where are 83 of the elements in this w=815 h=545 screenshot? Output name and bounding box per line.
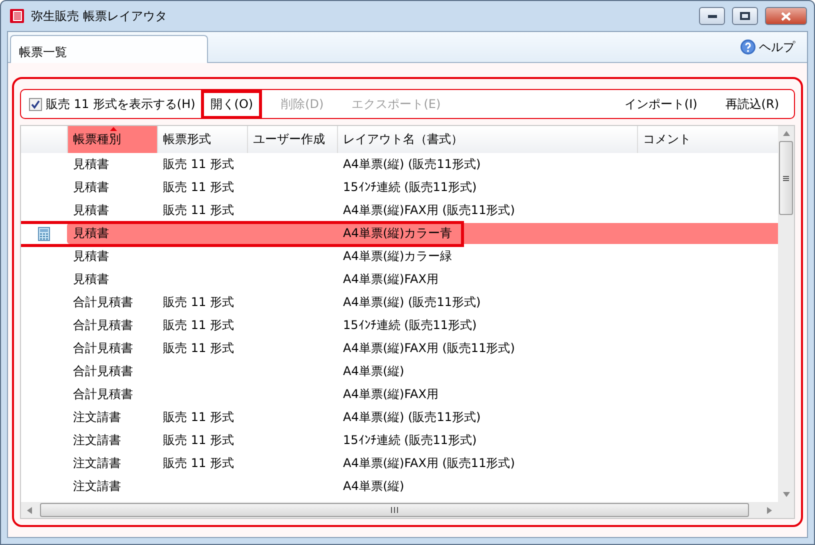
table-cell: 15ｲﾝﾁ連続 (販売11形式) (343, 317, 477, 334)
horizontal-scrollbar[interactable] (21, 502, 778, 518)
sort-arrow-icon (110, 127, 117, 131)
table-cell: 販売 11 形式 (163, 432, 234, 449)
minimize-icon (708, 14, 716, 18)
table-cell: 見積書 (73, 179, 109, 196)
table-cell: 注文請書 (73, 432, 121, 449)
table-cell: 15ｲﾝﾁ連続 (販売11形式) (343, 179, 477, 196)
column-header[interactable]: 帳票形式 (157, 126, 247, 153)
table-cell: 販売 11 形式 (163, 179, 234, 196)
table-cell: 販売 11 形式 (163, 409, 234, 426)
table-row[interactable]: 見積書 A4単票(縦)カラー緑 (21, 245, 778, 268)
table-row[interactable]: 注文請書 販売 11 形式 A4単票(縦) (販売11形式) (21, 406, 778, 429)
show-format-checkbox[interactable]: 販売 11 形式を表示する(H) (29, 96, 196, 112)
table-cell: A4単票(縦)FAX用 (販売11形式) (343, 455, 515, 472)
close-button[interactable] (765, 7, 807, 25)
table-row[interactable]: 合計見積書 A4単票(縦)FAX用 (21, 383, 778, 406)
table-row[interactable]: 注文請書 販売 11 形式 A4単票(縦)FAX用 (販売11形式) (21, 452, 778, 475)
scroll-thumb[interactable] (40, 503, 749, 517)
table-cell: A4単票(縦) (343, 363, 404, 380)
table-cell: 合計見積書 (73, 363, 133, 380)
close-icon (781, 12, 791, 20)
app-icon (9, 8, 25, 24)
table-cell: 見積書 (73, 225, 109, 242)
help-icon (740, 39, 756, 55)
table-row[interactable]: 合計見積書 販売 11 形式 15ｲﾝﾁ連続 (販売11形式) (21, 314, 778, 337)
toolbar-button[interactable]: インポート(I) (615, 90, 706, 118)
toolbar-button[interactable]: 再読込(R) (716, 90, 788, 118)
table-row[interactable]: 見積書 A4単票(縦)FAX用 (21, 268, 778, 291)
table-cell: 販売 11 形式 (163, 340, 234, 357)
table-cell: 15ｲﾝﾁ連続 (販売11形式) (343, 432, 477, 449)
table-cell: A4単票(縦)カラー緑 (343, 248, 452, 265)
table-cell: 販売 11 形式 (163, 294, 234, 311)
maximize-button[interactable] (732, 7, 758, 25)
table-row[interactable]: 注文請書 A4単票(縦) (21, 475, 778, 498)
table-row[interactable]: 注文請書 販売 11 形式 15ｲﾝﾁ連続 (販売11形式) (21, 429, 778, 452)
checkmark-icon (31, 100, 40, 108)
table-row[interactable]: 見積書 販売 11 形式 15ｲﾝﾁ連続 (販売11形式) (21, 176, 778, 199)
table-cell: 注文請書 (73, 455, 121, 472)
vertical-scrollbar[interactable] (778, 126, 794, 502)
table-cell: 合計見積書 (73, 340, 133, 357)
table-row[interactable]: 合計見積書 A4単票(縦) (21, 360, 778, 383)
table-cell: A4単票(縦)FAX用 (販売11形式) (343, 202, 515, 219)
table-cell: 見積書 (73, 271, 109, 288)
scroll-left-icon[interactable] (27, 506, 32, 514)
toolbar-button[interactable]: 開く(O) (201, 90, 262, 118)
table-cell: 販売 11 形式 (163, 156, 234, 173)
help-button[interactable]: ヘルプ (740, 38, 795, 56)
table-cell: A4単票(縦) (販売11形式) (343, 156, 481, 173)
table-row[interactable]: 合計見積書 販売 11 形式 A4単票(縦)FAX用 (販売11形式) (21, 337, 778, 360)
table-cell: 販売 11 形式 (163, 317, 234, 334)
table-cell: 見積書 (73, 156, 109, 173)
tab[interactable]: 帳票一覧 (10, 35, 208, 63)
table-cell: A4単票(縦)FAX用 (販売11形式) (343, 340, 515, 357)
calculator-icon (38, 226, 50, 240)
table-cell: 注文請書 (73, 409, 121, 426)
table-cell: A4単票(縦) (販売11形式) (343, 294, 481, 311)
table-cell: A4単票(縦) (販売11形式) (343, 409, 481, 426)
table-cell: 注文請書 (73, 478, 121, 495)
table-row[interactable]: 見積書 販売 11 形式 A4単票(縦)FAX用 (販売11形式) (21, 199, 778, 222)
scroll-thumb[interactable] (779, 141, 793, 215)
table-cell: 合計見積書 (73, 386, 133, 403)
table-cell: A4単票(縦) (343, 478, 404, 495)
maximize-icon (740, 12, 750, 20)
column-header[interactable]: レイアウト名（書式） (337, 126, 637, 153)
table-cell: 販売 11 形式 (163, 202, 234, 219)
table-cell: 合計見積書 (73, 294, 133, 311)
column-header[interactable]: 帳票種別 (67, 126, 157, 153)
minimize-button[interactable] (699, 7, 725, 25)
table-cell: 見積書 (73, 248, 109, 265)
table-cell: A4単票(縦)カラー青 (343, 225, 452, 242)
table-cell: 見積書 (73, 202, 109, 219)
table-row[interactable]: 合計見積書 販売 11 形式 A4単票(縦) (販売11形式) (21, 291, 778, 314)
column-header[interactable]: ユーザー作成 (247, 126, 337, 153)
scroll-up-icon[interactable] (782, 131, 790, 136)
scroll-down-icon[interactable] (782, 492, 790, 497)
window-title: 弥生販売 帳票レイアウタ (31, 8, 168, 24)
table-cell: A4単票(縦)FAX用 (343, 386, 438, 403)
table-row[interactable]: 見積書 販売 11 形式 A4単票(縦) (販売11形式) (21, 153, 778, 176)
table-cell: 合計見積書 (73, 317, 133, 334)
scroll-right-icon[interactable] (767, 506, 772, 514)
table-cell: 販売 11 形式 (163, 455, 234, 472)
table-cell: A4単票(縦)FAX用 (343, 271, 438, 288)
